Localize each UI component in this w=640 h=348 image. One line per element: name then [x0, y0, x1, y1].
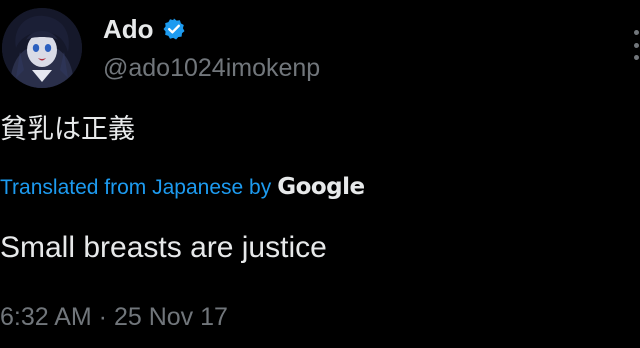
tweet-text: 貧乳は正義 [0, 114, 135, 145]
translated-text: Small breasts are justice [0, 231, 327, 264]
more-dot [633, 55, 639, 60]
display-name-row[interactable]: Ado [103, 12, 186, 46]
user-handle[interactable]: @ado1024imokenp [103, 52, 320, 84]
google-logo: Google [277, 174, 365, 200]
more-dot [633, 42, 639, 48]
display-name[interactable]: Ado [103, 12, 154, 46]
avatar[interactable] [2, 8, 82, 88]
verified-badge-icon [162, 17, 186, 41]
more-options-icon[interactable] [632, 30, 640, 60]
tweet-timestamp[interactable]: 6:32 AM · 25 Nov 17 [0, 300, 228, 334]
translation-attribution[interactable]: Translated from Japanese by Google [0, 172, 365, 203]
avatar-image [2, 8, 82, 88]
translation-label[interactable]: Translated from Japanese by [0, 173, 271, 203]
more-dot [633, 30, 639, 35]
